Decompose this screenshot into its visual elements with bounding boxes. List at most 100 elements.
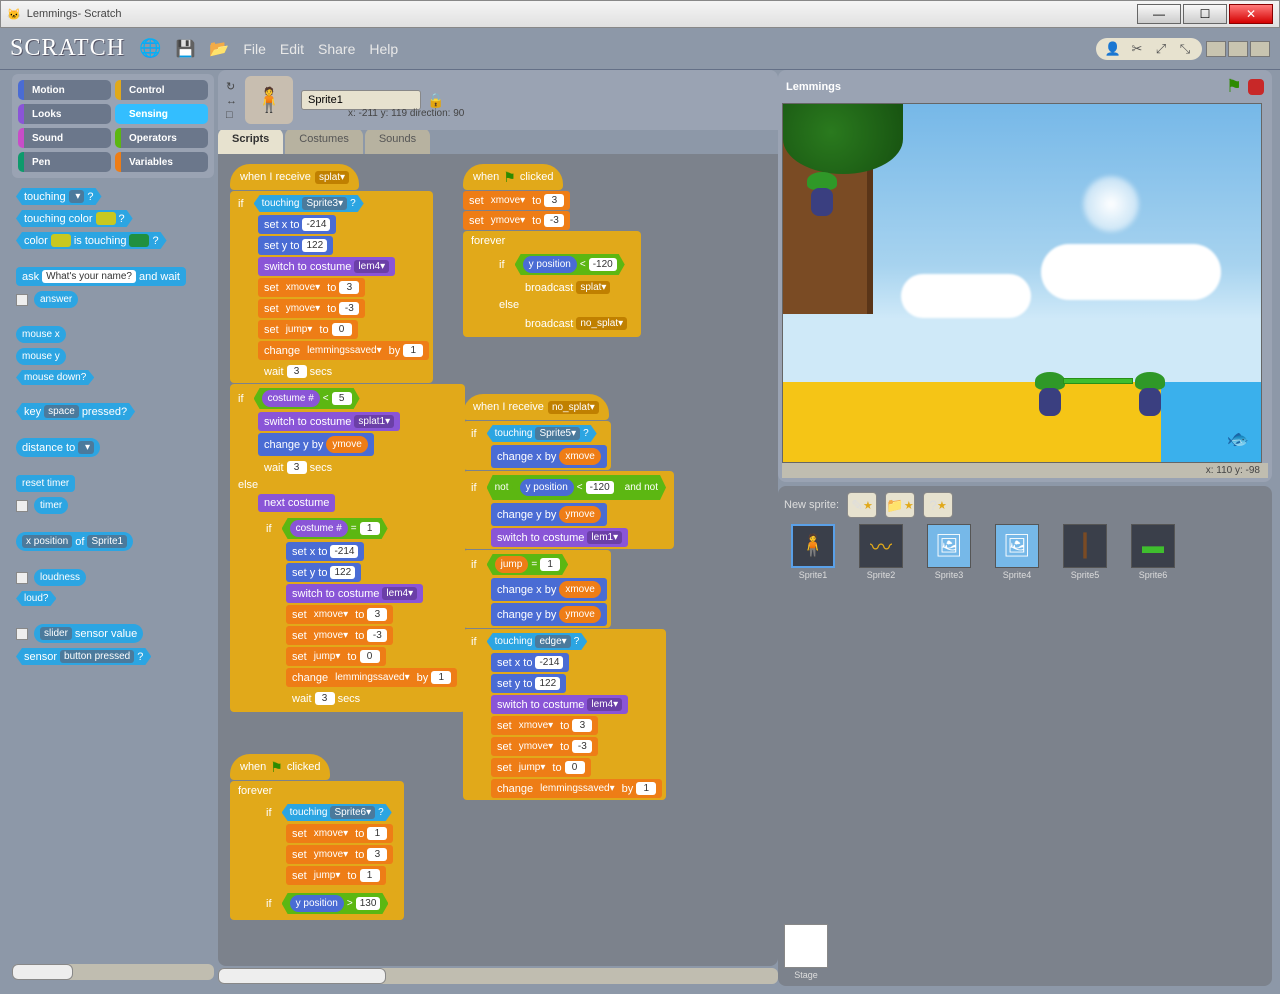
- script-block[interactable]: set x to -214: [491, 653, 569, 672]
- script-block[interactable]: switch to costume lem1▾: [491, 528, 628, 547]
- script-block[interactable]: change lemmingssaved▾ by 1: [258, 341, 429, 360]
- c-block[interactable]: if touching Sprite5▾ ?change x by xmove: [463, 421, 611, 470]
- flip-icon[interactable]: ↔: [226, 95, 237, 107]
- menu-file[interactable]: File: [243, 41, 266, 57]
- script-stack[interactable]: when I receive splat▾if touching Sprite3…: [230, 164, 465, 712]
- c-block[interactable]: if y position > 130: [258, 889, 396, 918]
- script-stack[interactable]: when I receive no_splat▾if touching Spri…: [463, 394, 674, 800]
- script-block[interactable]: set ymove▾ to -3: [286, 626, 393, 645]
- category-sensing[interactable]: Sensing: [115, 104, 208, 124]
- script-block[interactable]: set jump▾ to 0: [286, 647, 386, 666]
- lock-icon[interactable]: 🔒: [427, 92, 444, 109]
- block-key-pressed[interactable]: keyspacepressed?: [16, 403, 135, 420]
- hat-block[interactable]: when ⚑ clicked: [463, 164, 563, 190]
- green-flag-button[interactable]: ⚑: [1226, 76, 1242, 97]
- palette-hscrollbar[interactable]: [12, 964, 214, 980]
- script-block[interactable]: change x by xmove: [491, 445, 607, 468]
- scripts-hscrollbar[interactable]: [218, 968, 778, 984]
- script-block[interactable]: set y to 122: [286, 563, 361, 582]
- open-icon[interactable]: 📂: [209, 39, 229, 59]
- stage-sprite-lemming[interactable]: [1133, 372, 1167, 416]
- block-color-touching[interactable]: color is touching ?: [16, 232, 167, 249]
- block-sensor-value[interactable]: slidersensor value: [34, 624, 143, 643]
- script-block[interactable]: wait 3 secs: [258, 458, 338, 477]
- script-block[interactable]: set ymove▾ to 3: [286, 845, 393, 864]
- script-block[interactable]: set jump▾ to 0: [258, 320, 358, 339]
- menu-share[interactable]: Share: [318, 41, 355, 57]
- script-block[interactable]: set xmove▾ to 3: [463, 191, 570, 210]
- script-block[interactable]: set xmove▾ to 3: [286, 605, 393, 624]
- c-block[interactable]: if costume # < 5switch to costume splat1…: [230, 384, 465, 712]
- grow-icon[interactable]: ⤢: [1152, 40, 1170, 58]
- sprite-name-input[interactable]: Sprite1: [301, 90, 421, 110]
- hat-block[interactable]: when I receive no_splat▾: [463, 394, 609, 420]
- answer-monitor-checkbox[interactable]: [16, 294, 28, 306]
- script-block[interactable]: change x by xmove: [491, 578, 607, 601]
- category-operators[interactable]: Operators: [115, 128, 208, 148]
- condition-block[interactable]: touching Sprite5▾ ?: [487, 425, 597, 442]
- category-motion[interactable]: Motion: [18, 80, 111, 100]
- c-block[interactable]: if touching Sprite3▾ ?set x to -214set y…: [230, 191, 433, 383]
- stage-sprite-lemming[interactable]: [805, 172, 839, 216]
- small-stage-button[interactable]: [1206, 41, 1226, 57]
- script-block[interactable]: switch to costume lem4▾: [491, 695, 628, 714]
- block-ask[interactable]: askWhat's your name?and wait: [16, 267, 186, 286]
- sprite-item[interactable]: ▬Sprite6: [1124, 524, 1182, 580]
- block-of-sprite[interactable]: x positionofSprite1: [16, 532, 133, 551]
- script-stack[interactable]: when ⚑ clickedforeverif touching Sprite6…: [230, 754, 404, 920]
- c-block[interactable]: if touching edge▾ ?set x to -214set y to…: [463, 629, 666, 800]
- script-block[interactable]: set xmove▾ to 3: [491, 716, 598, 735]
- script-block[interactable]: broadcast splat▾: [519, 278, 616, 297]
- condition-block[interactable]: costume # = 1: [282, 518, 388, 539]
- block-timer[interactable]: timer: [34, 497, 68, 514]
- script-block[interactable]: broadcast no_splat▾: [519, 314, 633, 333]
- script-block[interactable]: switch to costume lem4▾: [286, 584, 423, 603]
- script-stack[interactable]: when ⚑ clickedset xmove▾ to 3set ymove▾ …: [463, 164, 641, 337]
- sprite-item[interactable]: 〰Sprite2: [852, 524, 910, 580]
- condition-block[interactable]: touching edge▾ ?: [487, 633, 588, 650]
- scripts-area[interactable]: when I receive splat▾if touching Sprite3…: [218, 154, 778, 966]
- c-block[interactable]: if y position < -120broadcast splat▾else…: [491, 250, 637, 335]
- block-sensor-bool[interactable]: sensorbutton pressed?: [16, 648, 151, 665]
- script-block[interactable]: change lemmingssaved▾ by 1: [286, 668, 457, 687]
- script-block[interactable]: change y by ymove: [491, 503, 607, 526]
- script-block[interactable]: set ymove▾ to -3: [258, 299, 365, 318]
- presentation-button[interactable]: [1250, 41, 1270, 57]
- script-block[interactable]: set xmove▾ to 3: [258, 278, 365, 297]
- paint-sprite-button[interactable]: ✎★: [847, 492, 877, 518]
- sensor-value-monitor-checkbox[interactable]: [16, 628, 28, 640]
- category-control[interactable]: Control: [115, 80, 208, 100]
- stage-sprite-bridge[interactable]: [1063, 378, 1133, 384]
- condition-block[interactable]: touching Sprite3▾ ?: [254, 195, 364, 212]
- script-block[interactable]: set xmove▾ to 1: [286, 824, 393, 843]
- no-rotate-icon[interactable]: □: [226, 109, 237, 121]
- hat-block[interactable]: when ⚑ clicked: [230, 754, 330, 780]
- stage-item[interactable]: Stage: [784, 924, 828, 980]
- sprite-item[interactable]: 🖼Sprite3: [920, 524, 978, 580]
- condition-block[interactable]: y position < -120: [515, 254, 625, 275]
- c-block[interactable]: if costume # = 1set x to -214set y to 12…: [258, 514, 461, 710]
- script-block[interactable]: set ymove▾ to -3: [463, 211, 570, 230]
- script-block[interactable]: set jump▾ to 1: [286, 866, 386, 885]
- block-mouse-y[interactable]: mouse y: [16, 348, 66, 365]
- script-block[interactable]: set y to 122: [491, 674, 566, 693]
- c-block[interactable]: foreverif touching Sprite6▾ ?set xmove▾ …: [230, 781, 404, 920]
- script-block[interactable]: set y to 122: [258, 236, 333, 255]
- script-block[interactable]: change lemmingssaved▾ by 1: [491, 779, 662, 798]
- tab-sounds[interactable]: Sounds: [365, 128, 430, 154]
- shrink-icon[interactable]: ⤡: [1176, 40, 1194, 58]
- full-stage-button[interactable]: [1228, 41, 1248, 57]
- condition-block[interactable]: y position < -120: [512, 477, 622, 498]
- script-block[interactable]: wait 3 secs: [286, 689, 366, 708]
- stage-sprite-lemming[interactable]: [1033, 372, 1067, 416]
- menu-help[interactable]: Help: [369, 41, 398, 57]
- condition-block[interactable]: costume # < 5: [254, 388, 360, 409]
- stamp-icon[interactable]: 👤: [1104, 40, 1122, 58]
- tab-scripts[interactable]: Scripts: [218, 128, 283, 154]
- timer-monitor-checkbox[interactable]: [16, 500, 28, 512]
- surprise-sprite-button[interactable]: ?★: [923, 492, 953, 518]
- sprite-item[interactable]: 🖼Sprite4: [988, 524, 1046, 580]
- script-block[interactable]: set ymove▾ to -3: [491, 737, 598, 756]
- script-block[interactable]: switch to costume splat1▾: [258, 412, 400, 431]
- block-answer[interactable]: answer: [34, 291, 78, 308]
